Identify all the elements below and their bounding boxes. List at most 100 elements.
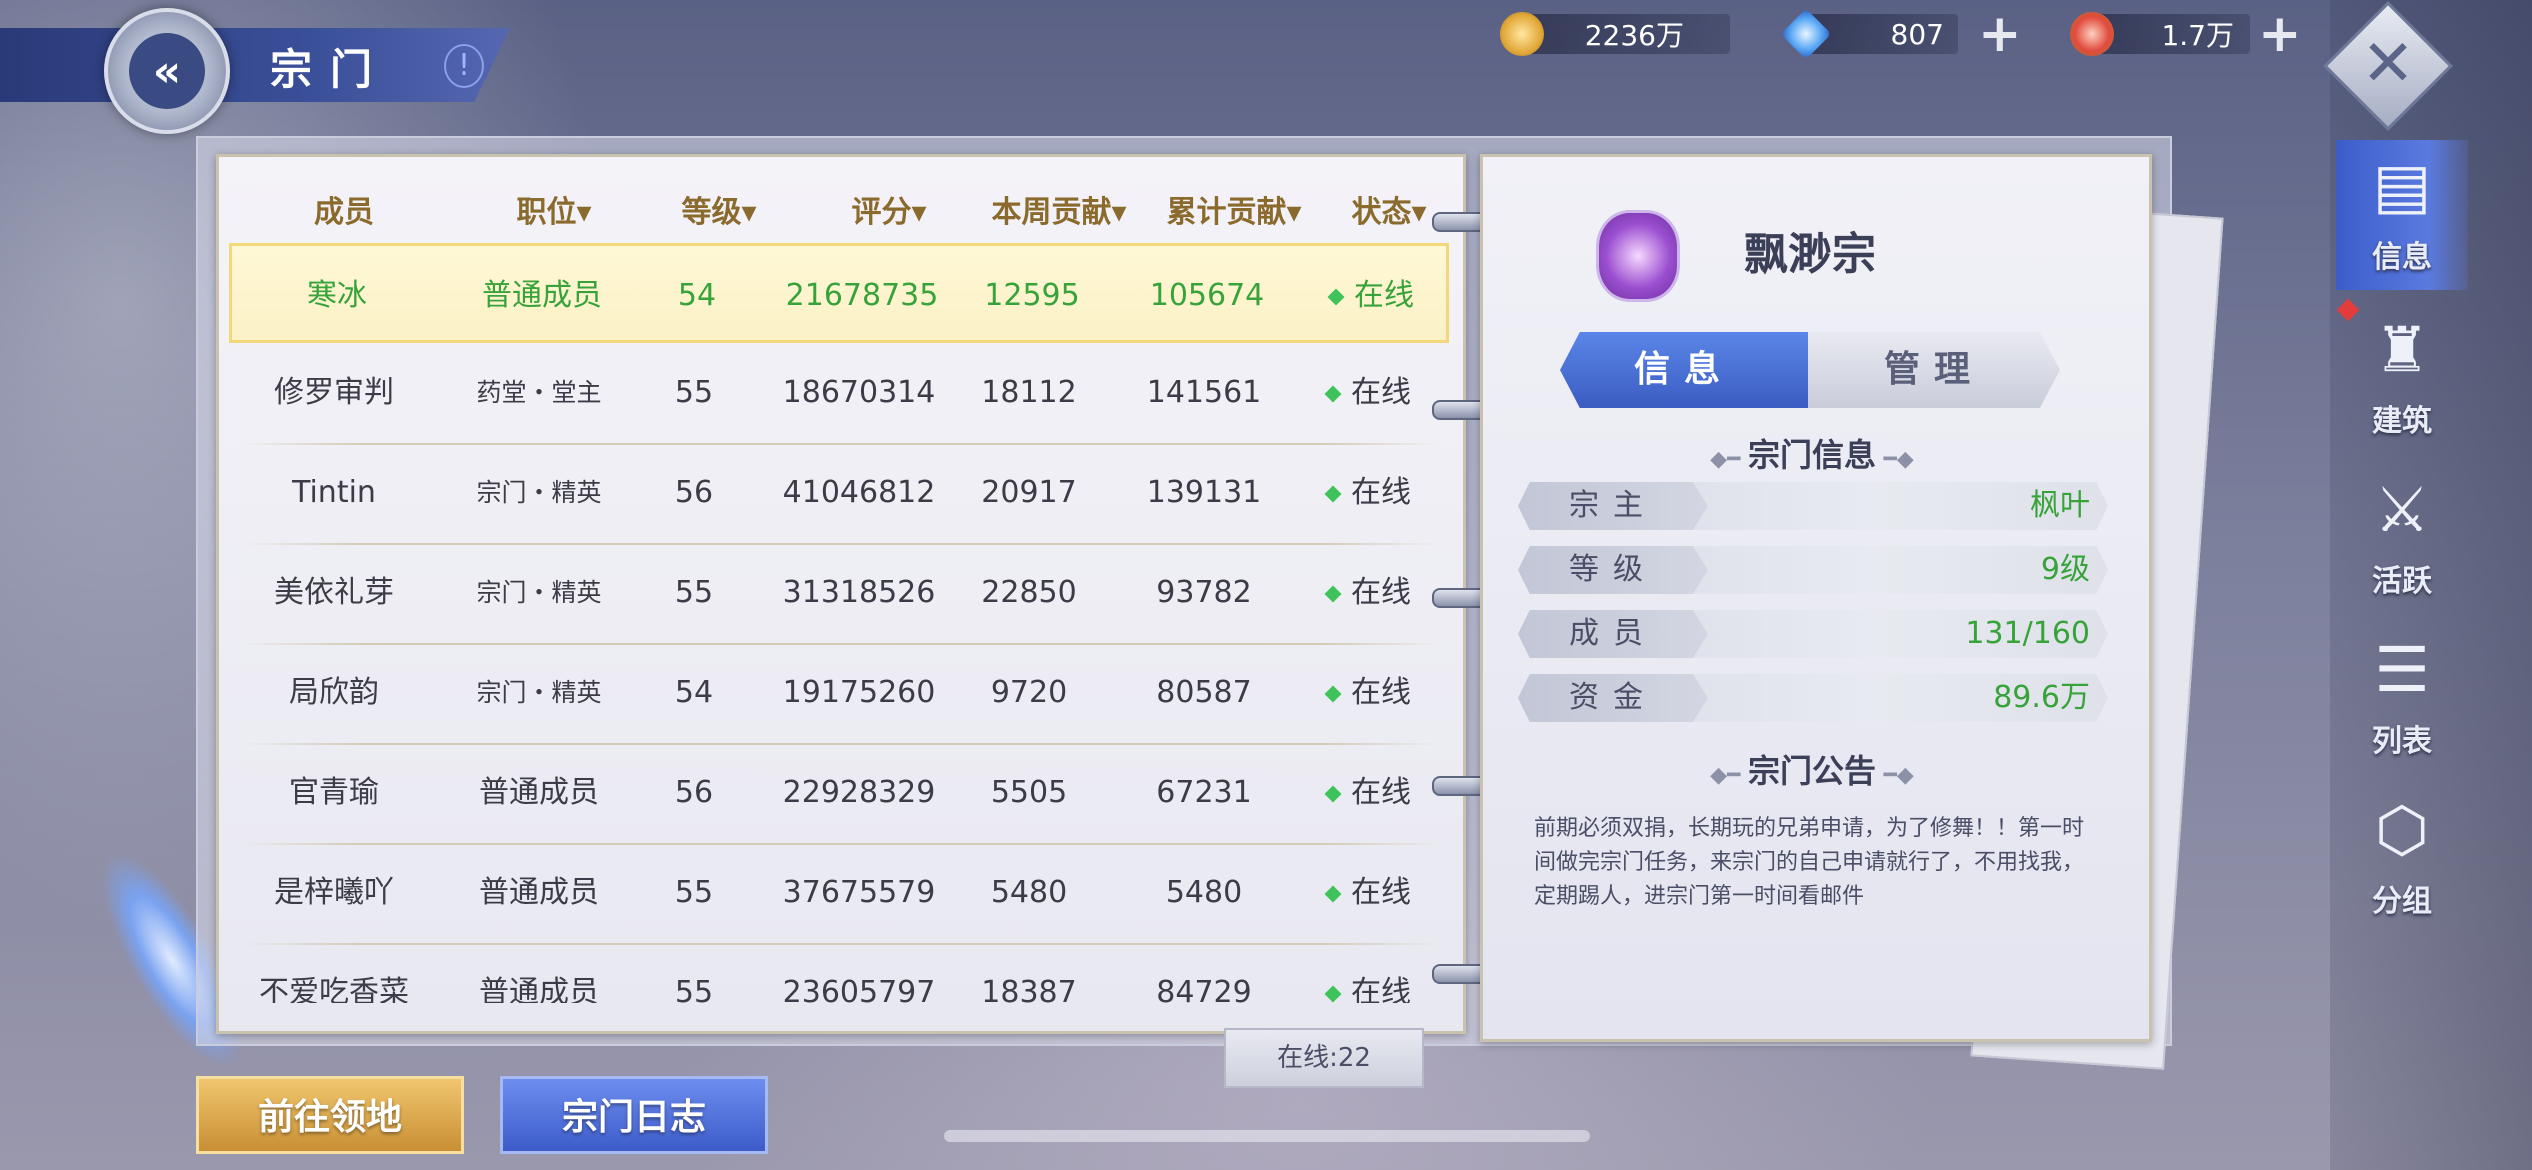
member-status: 在线 bbox=[1302, 246, 1442, 346]
side-tab-building[interactable]: ♜ 建筑 bbox=[2336, 304, 2468, 454]
member-status: 在线 bbox=[1299, 743, 1439, 843]
col-week-contrib-sort[interactable]: 本周贡献▾ bbox=[959, 183, 1159, 243]
go-territory-button[interactable]: 前往领地 bbox=[196, 1076, 464, 1154]
member-level: 54 bbox=[677, 278, 717, 313]
tab-manage[interactable]: 管理 bbox=[1808, 332, 2060, 408]
group-icon: ⬡ bbox=[2374, 793, 2430, 866]
member-total-contrib: 80587 bbox=[1156, 675, 1252, 710]
info-key: 成员 bbox=[1518, 610, 1708, 658]
info-value: 枫叶 bbox=[2030, 488, 2090, 523]
col-level-sort[interactable]: 等级▾ bbox=[649, 183, 789, 243]
side-tab-label: 分组 bbox=[2372, 884, 2432, 919]
ornament-left: ◆━ bbox=[1710, 763, 1748, 788]
sect-emblem-icon bbox=[1596, 210, 1680, 302]
member-role: 普通成员 bbox=[479, 975, 599, 1003]
col-status-sort[interactable]: 状态▾ bbox=[1329, 183, 1449, 243]
sect-log-button[interactable]: 宗门日志 bbox=[500, 1076, 768, 1154]
list-icon: ☰ bbox=[2374, 633, 2430, 706]
sect-name: 飘渺宗 bbox=[1744, 229, 1876, 280]
online-dot-icon bbox=[1324, 885, 1342, 902]
back-button[interactable]: « bbox=[104, 8, 230, 134]
member-level: 56 bbox=[674, 775, 714, 810]
member-week-contrib: 5480 bbox=[990, 875, 1068, 910]
member-level: 55 bbox=[674, 875, 714, 910]
member-week-contrib: 18387 bbox=[981, 975, 1077, 1003]
member-role: 宗门・精英 bbox=[476, 478, 602, 507]
member-name: 官青瑜 bbox=[289, 775, 379, 810]
member-total-contrib: 84729 bbox=[1156, 975, 1252, 1003]
side-tab-label: 建筑 bbox=[2372, 404, 2432, 439]
online-dot-icon bbox=[1324, 685, 1342, 702]
side-tab-label: 活跃 bbox=[2372, 564, 2432, 599]
member-role: 普通成员 bbox=[479, 775, 599, 810]
member-level: 56 bbox=[674, 475, 714, 510]
add-diamond-button[interactable]: + bbox=[1978, 8, 2022, 60]
member-role: 药堂・堂主 bbox=[476, 378, 602, 407]
home-indicator bbox=[944, 1130, 1590, 1142]
status-text: 在线 bbox=[1354, 278, 1414, 313]
col-role-sort[interactable]: 职位▾ bbox=[454, 183, 654, 243]
member-score: 41046812 bbox=[782, 475, 936, 510]
member-role: 普通成员 bbox=[479, 875, 599, 910]
member-week-contrib: 12595 bbox=[984, 278, 1080, 313]
sect-tabs: 信息 管理 bbox=[1560, 332, 2060, 408]
info-key: 等级 bbox=[1518, 546, 1708, 594]
member-week-contrib: 20917 bbox=[981, 475, 1077, 510]
side-tab-label: 列表 bbox=[2372, 724, 2432, 759]
table-row[interactable]: 美依礼芽 宗门・精英 55 31318526 22850 93782 在线 bbox=[229, 543, 1449, 643]
member-name: Tintin bbox=[292, 475, 376, 510]
member-level: 55 bbox=[674, 375, 714, 410]
currency-gold: 2236万 bbox=[1500, 8, 1730, 60]
table-row[interactable]: 是梓曦吖 普通成员 55 37675579 5480 5480 在线 bbox=[229, 843, 1449, 943]
member-status: 在线 bbox=[1299, 943, 1439, 1003]
table-row[interactable]: 局欣韵 宗门・精英 54 19175260 9720 80587 在线 bbox=[229, 643, 1449, 743]
info-value: 131/160 bbox=[1965, 616, 2090, 651]
member-status: 在线 bbox=[1299, 343, 1439, 443]
sect-info-title: 宗门信息 bbox=[1747, 436, 1876, 474]
side-tab-group[interactable]: ⬡ 分组 bbox=[2336, 784, 2468, 934]
add-ruby-button[interactable]: + bbox=[2258, 8, 2302, 60]
table-row[interactable]: 修罗审判 药堂・堂主 55 18670314 18112 141561 在线 bbox=[229, 343, 1449, 443]
member-role: 宗门・精英 bbox=[476, 678, 602, 707]
member-name: 美依礼芽 bbox=[274, 575, 394, 610]
member-week-contrib: 22850 bbox=[981, 575, 1077, 610]
info-row-level: 等级 9级 bbox=[1518, 546, 2108, 594]
col-total-contrib-sort[interactable]: 累计贡献▾ bbox=[1134, 183, 1334, 243]
ornament-right: ━◆ bbox=[1876, 763, 1914, 788]
sect-notice-text: 前期必须双捐，长期玩的兄弟申请，为了修舞！！第一时间做完宗门任务，来宗门的自己申… bbox=[1534, 816, 2085, 909]
info-icon[interactable]: ! bbox=[444, 44, 484, 88]
info-row-members: 成员 131/160 bbox=[1518, 610, 2108, 658]
member-week-contrib: 9720 bbox=[990, 675, 1068, 710]
member-total-contrib: 5480 bbox=[1165, 875, 1243, 910]
table-row[interactable]: 官青瑜 普通成员 56 22928329 5505 67231 在线 bbox=[229, 743, 1449, 843]
side-tab-list[interactable]: ☰ 列表 bbox=[2336, 624, 2468, 774]
side-tab-activity[interactable]: ⚔ 活跃 bbox=[2336, 464, 2468, 614]
online-count: 在线:22 bbox=[1224, 1028, 1424, 1088]
title-bar bbox=[0, 28, 510, 102]
status-text: 在线 bbox=[1351, 975, 1411, 1003]
table-row[interactable]: 寒冰 普通成员 54 21678735 12595 105674 在线 bbox=[229, 243, 1449, 343]
member-score: 22928329 bbox=[782, 775, 936, 810]
table-row[interactable]: 不爱吃香菜 普通成员 55 23605797 18387 84729 在线 bbox=[229, 943, 1449, 1003]
online-dot-icon bbox=[1324, 585, 1342, 602]
member-week-contrib: 18112 bbox=[981, 375, 1077, 410]
online-dot-icon bbox=[1324, 385, 1342, 402]
online-dot-icon bbox=[1327, 288, 1345, 305]
member-total-contrib: 141561 bbox=[1146, 375, 1262, 410]
sect-notice-heading: ◆━ 宗门公告 ━◆ bbox=[1612, 746, 2012, 792]
member-total-contrib: 93782 bbox=[1156, 575, 1252, 610]
member-score: 23605797 bbox=[782, 975, 936, 1003]
member-score: 19175260 bbox=[782, 675, 936, 710]
status-text: 在线 bbox=[1351, 875, 1411, 910]
member-level: 55 bbox=[674, 975, 714, 1003]
member-list-panel: 成员 职位▾ 等级▾ 评分▾ 本周贡献▾ 累计贡献▾ 状态▾ 寒冰 普通成员 5… bbox=[216, 154, 1466, 1034]
side-tab-info[interactable]: ▤ 信息 bbox=[2336, 140, 2468, 290]
member-list-scroll[interactable]: 寒冰 普通成员 54 21678735 12595 105674 在线 修罗审判… bbox=[219, 243, 1463, 1003]
table-row[interactable]: Tintin 宗门・精英 56 41046812 20917 139131 在线 bbox=[229, 443, 1449, 543]
scroll-icon: ▤ bbox=[2372, 149, 2432, 222]
member-total-contrib: 139131 bbox=[1146, 475, 1262, 510]
member-level: 54 bbox=[674, 675, 714, 710]
online-dot-icon bbox=[1324, 985, 1342, 1002]
member-score: 31318526 bbox=[782, 575, 936, 610]
tab-info[interactable]: 信息 bbox=[1560, 332, 1808, 408]
